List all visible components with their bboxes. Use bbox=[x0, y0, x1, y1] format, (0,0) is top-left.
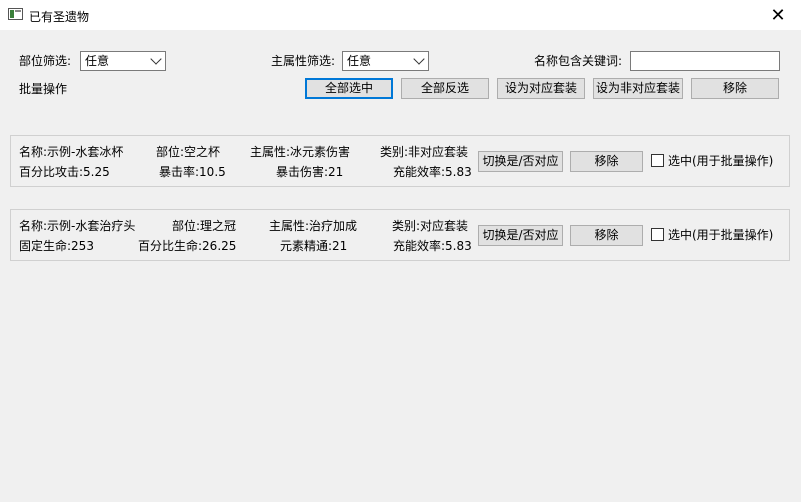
window-title: 已有圣遗物 bbox=[29, 10, 90, 24]
chevron-down-icon bbox=[150, 53, 162, 65]
select-all-button[interactable]: 全部选中 bbox=[305, 78, 393, 99]
artifact-name: 名称:示例-水套冰杯 bbox=[19, 145, 124, 159]
batch-remove-button[interactable]: 移除 bbox=[691, 78, 779, 99]
artifact-card: 名称:示例-水套治疗头 部位:理之冠 主属性:治疗加成 类别:对应套装 固定生命… bbox=[10, 209, 790, 261]
artifact-slot: 部位:理之冠 bbox=[172, 219, 237, 233]
keyword-filter-label: 名称包含关键词: bbox=[534, 54, 623, 68]
remove-button[interactable]: 移除 bbox=[570, 151, 643, 172]
keyword-input[interactable] bbox=[630, 51, 780, 71]
artifact-substat: 充能效率:5.83 bbox=[393, 239, 472, 253]
select-checkbox-label: 选中(用于批量操作) bbox=[668, 228, 774, 242]
main-stat-filter-value: 任意 bbox=[347, 54, 372, 68]
set-matching-set-button[interactable]: 设为对应套装 bbox=[497, 78, 585, 99]
artifact-name: 名称:示例-水套治疗头 bbox=[19, 219, 136, 233]
chevron-down-icon bbox=[413, 53, 425, 65]
batch-ops-label: 批量操作 bbox=[19, 82, 68, 96]
title-bar: 已有圣遗物 ✕ bbox=[0, 0, 801, 31]
slot-filter-label: 部位筛选: bbox=[19, 54, 72, 68]
toggle-matching-button[interactable]: 切换是/否对应 bbox=[478, 225, 563, 246]
main-stat-filter-label: 主属性筛选: bbox=[271, 54, 336, 68]
toggle-matching-button[interactable]: 切换是/否对应 bbox=[478, 151, 563, 172]
artifact-category: 类别:对应套装 bbox=[392, 219, 469, 233]
slot-filter-select[interactable]: 任意 bbox=[80, 51, 166, 71]
close-button[interactable]: ✕ bbox=[755, 0, 801, 31]
invert-selection-button[interactable]: 全部反选 bbox=[401, 78, 489, 99]
artifact-substat: 暴击率:10.5 bbox=[159, 165, 226, 179]
main-stat-filter-select[interactable]: 任意 bbox=[342, 51, 429, 71]
artifact-substat: 暴击伤害:21 bbox=[276, 165, 344, 179]
artifact-main-stat: 主属性:冰元素伤害 bbox=[250, 145, 351, 159]
artifact-card: 名称:示例-水套冰杯 部位:空之杯 主属性:冰元素伤害 类别:非对应套装 百分比… bbox=[10, 135, 790, 187]
set-non-matching-set-button[interactable]: 设为非对应套装 bbox=[593, 78, 683, 99]
slot-filter-value: 任意 bbox=[85, 54, 110, 68]
artifact-category: 类别:非对应套装 bbox=[380, 145, 469, 159]
artifact-substat: 固定生命:253 bbox=[19, 239, 94, 253]
select-checkbox[interactable] bbox=[651, 228, 664, 241]
remove-button[interactable]: 移除 bbox=[570, 225, 643, 246]
artifact-main-stat: 主属性:治疗加成 bbox=[269, 219, 358, 233]
artifact-slot: 部位:空之杯 bbox=[156, 145, 221, 159]
select-checkbox-label: 选中(用于批量操作) bbox=[668, 154, 774, 168]
select-checkbox[interactable] bbox=[651, 154, 664, 167]
app-window-icon bbox=[8, 8, 23, 20]
artifact-substat: 百分比生命:26.25 bbox=[138, 239, 237, 253]
artifact-substat: 充能效率:5.83 bbox=[393, 165, 472, 179]
artifact-substat: 百分比攻击:5.25 bbox=[19, 165, 110, 179]
artifact-substat: 元素精通:21 bbox=[280, 239, 348, 253]
